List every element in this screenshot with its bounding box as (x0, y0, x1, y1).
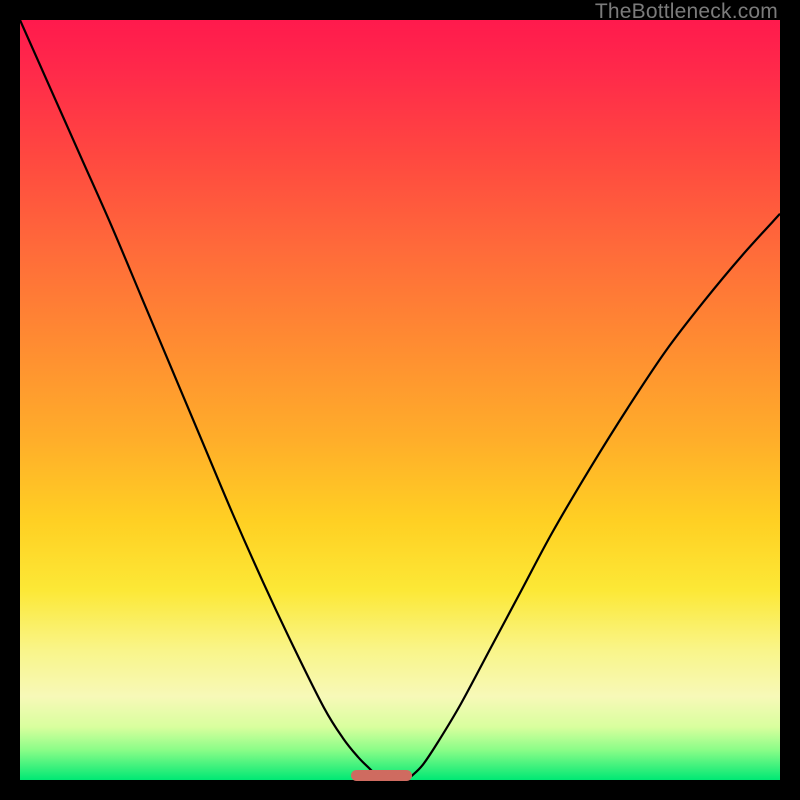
left-curve (20, 20, 377, 776)
target-marker (351, 770, 413, 781)
curves-layer (20, 20, 780, 780)
chart-frame (20, 20, 780, 780)
right-curve (411, 214, 780, 776)
